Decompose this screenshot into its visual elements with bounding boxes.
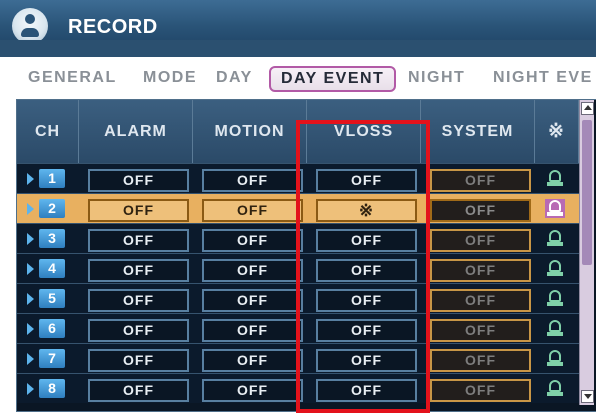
channel-button[interactable]: 1 [27,169,65,188]
table-row[interactable]: 1 OFF OFF OFF OFF [17,163,587,193]
vertical-scrollbar[interactable] [579,100,594,405]
alarm-bell-icon[interactable] [547,259,563,278]
scroll-up-button[interactable] [581,102,594,115]
play-arrow-icon [27,203,34,215]
channel-button[interactable]: 7 [27,349,65,368]
column-header-motion: MOTION [193,100,307,163]
vloss-setting[interactable]: OFF [316,169,417,192]
channel-button[interactable]: 2 [27,199,65,218]
motion-setting[interactable]: OFF [202,169,303,192]
alarm-bell-icon[interactable] [547,169,563,188]
tab-night[interactable]: NIGHT [408,69,465,87]
vloss-setting[interactable]: OFF [316,289,417,312]
system-setting[interactable]: OFF [430,169,531,192]
system-setting[interactable]: OFF [430,229,531,252]
play-arrow-icon [27,233,34,245]
channel-number: 1 [39,169,65,188]
tab-general[interactable]: GENERAL [28,69,117,87]
alarm-setting[interactable]: OFF [88,199,189,222]
system-setting[interactable]: OFF [430,199,531,222]
alarm-bell-icon[interactable] [547,289,563,308]
alarm-setting[interactable]: OFF [88,259,189,282]
scroll-down-button[interactable] [581,390,594,403]
system-setting[interactable]: OFF [430,349,531,372]
vloss-setting[interactable]: OFF [316,229,417,252]
channel-number: 2 [39,199,65,218]
vloss-setting[interactable]: OFF [316,319,417,342]
arrow-up-icon [584,105,592,110]
system-setting[interactable]: OFF [430,259,531,282]
record-logo-icon [12,8,48,44]
scroll-thumb[interactable] [582,120,592,265]
alarm-bell-icon[interactable] [547,379,563,398]
column-header-alarm: ALARM [79,100,193,163]
channel-number: 3 [39,229,65,248]
alarm-bell-icon[interactable] [545,199,565,218]
motion-setting[interactable]: OFF [202,349,303,372]
vloss-setting[interactable]: OFF [316,349,417,372]
table-row[interactable]: 6 OFF OFF OFF OFF [17,313,587,343]
window-title: RECORD [68,16,158,38]
alarm-bell-icon[interactable] [547,349,563,368]
channel-number: 8 [39,379,65,398]
channel-button[interactable]: 3 [27,229,65,248]
alarm-setting[interactable]: OFF [88,379,189,402]
play-arrow-icon [27,173,34,185]
alarm-bell-icon[interactable] [547,319,563,338]
table-row[interactable]: 8 OFF OFF OFF OFF [17,373,587,403]
motion-setting[interactable]: OFF [202,229,303,252]
vloss-setting[interactable]: OFF [316,379,417,402]
alarm-setting[interactable]: OFF [88,319,189,342]
alarm-bell-icon[interactable] [547,229,563,248]
channel-button[interactable]: 6 [27,319,65,338]
column-header-system: SYSTEM [421,100,535,163]
motion-setting[interactable]: OFF [202,289,303,312]
tab-day-event[interactable]: DAY EVENT [269,66,397,92]
system-setting[interactable]: OFF [430,379,531,402]
alarm-setting[interactable]: OFF [88,169,189,192]
channel-button[interactable]: 8 [27,379,65,398]
table-row[interactable]: 3 OFF OFF OFF OFF [17,223,587,253]
play-arrow-icon [27,353,34,365]
title-bar: RECORD [0,0,596,57]
table-row[interactable]: 7 OFF OFF OFF OFF [17,343,587,373]
motion-setting[interactable]: OFF [202,319,303,342]
column-header-vloss: VLOSS [307,100,421,163]
alarm-setting[interactable]: OFF [88,289,189,312]
vloss-setting[interactable]: ※ [316,199,417,222]
system-setting[interactable]: OFF [430,289,531,312]
channel-button[interactable]: 5 [27,289,65,308]
play-arrow-icon [27,263,34,275]
alarm-setting[interactable]: OFF [88,229,189,252]
table-row[interactable]: 5 OFF OFF OFF OFF [17,283,587,313]
motion-setting[interactable]: OFF [202,199,303,222]
vloss-setting[interactable]: OFF [316,259,417,282]
alarm-setting[interactable]: OFF [88,349,189,372]
play-arrow-icon [27,323,34,335]
channel-number: 4 [39,259,65,278]
column-header-ch: CH [17,100,79,163]
play-arrow-icon [27,293,34,305]
motion-setting[interactable]: OFF [202,379,303,402]
title-underbar [0,40,596,57]
channel-number: 6 [39,319,65,338]
motion-setting[interactable]: OFF [202,259,303,282]
channel-button[interactable]: 4 [27,259,65,278]
table-row[interactable]: 2 OFF OFF ※ OFF [17,193,587,223]
tab-night-event[interactable]: NIGHT EVE [493,69,593,87]
tab-bar: GENERAL MODE DAY DAY EVENT NIGHT NIGHT E… [0,62,596,96]
table-row[interactable]: 4 OFF OFF OFF OFF [17,253,587,283]
tab-day[interactable]: DAY [216,69,253,87]
record-grid: CH ALARM MOTION VLOSS SYSTEM ※ 1 OFF OFF OF… [16,99,596,412]
tab-mode[interactable]: MODE [143,69,197,87]
channel-number: 5 [39,289,65,308]
column-header-all-icon[interactable]: ※ [535,100,579,163]
play-arrow-icon [27,383,34,395]
channel-number: 7 [39,349,65,368]
arrow-down-icon [584,394,592,399]
system-setting[interactable]: OFF [430,319,531,342]
